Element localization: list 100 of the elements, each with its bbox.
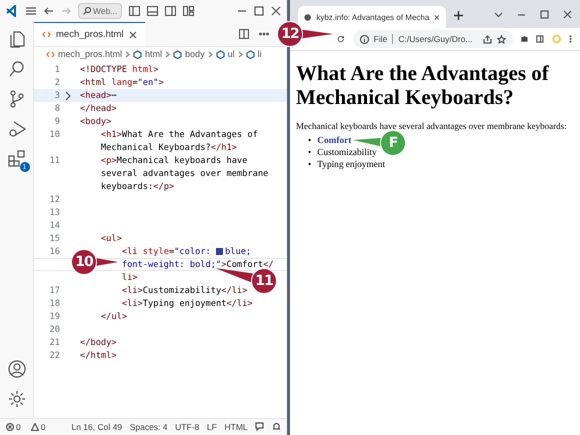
- bullet-marker: •: [308, 148, 312, 160]
- warning-icon: [30, 423, 39, 431]
- line-number: 18: [48, 298, 61, 308]
- more-icon[interactable]: [259, 32, 269, 36]
- close-icon[interactable]: [563, 10, 572, 18]
- star-icon[interactable]: [496, 34, 506, 44]
- sidebar-layout-icon[interactable]: [129, 6, 140, 16]
- line-number: 14: [48, 220, 61, 230]
- cube-icon: [173, 50, 182, 58]
- code-line: <h1>What Are the Advantages of: [100, 130, 258, 140]
- breadcrumb-item[interactable]: body: [185, 49, 205, 59]
- branch-icon[interactable]: [8, 90, 26, 108]
- breadcrumb-item[interactable]: mech_pros.html: [58, 49, 122, 59]
- cube-icon: [133, 50, 142, 58]
- bell-icon[interactable]: [272, 422, 281, 431]
- cube-icon: [216, 50, 225, 58]
- bullet-marker: •: [308, 136, 312, 148]
- plus-icon[interactable]: [454, 11, 463, 20]
- chevron-down-icon[interactable]: [494, 10, 503, 18]
- command-search-field[interactable]: Web...: [78, 3, 122, 19]
- line-number: 8: [54, 104, 61, 114]
- line-number: 1: [54, 64, 61, 74]
- line-number: 3: [54, 90, 61, 100]
- line-number: 2: [54, 78, 61, 88]
- line-number: 11: [48, 156, 61, 166]
- line-number: 15: [48, 234, 61, 244]
- line-number: 13: [48, 208, 61, 218]
- file-tab[interactable]: mech_pros.html: [34, 22, 145, 46]
- code-line: font-weight: bold;">Comfort</: [122, 260, 274, 270]
- code-line: <li>Customizability</li>: [122, 286, 248, 296]
- cube-icon: [246, 50, 255, 58]
- code-line: </html>: [80, 350, 117, 360]
- list-item: Customizability: [317, 148, 377, 160]
- code-line: Mechanical Keyboards?</h1>: [100, 142, 237, 152]
- code-line: li>: [122, 272, 138, 282]
- code-line: </body>: [80, 338, 117, 348]
- line-number: 16: [48, 246, 61, 256]
- split-editor-icon[interactable]: [239, 29, 249, 39]
- browser-tab[interactable]: kybz.info: Advantages of Mecha: [298, 6, 446, 28]
- customize-layout-icon[interactable]: [183, 6, 194, 16]
- error-icon: [6, 423, 14, 431]
- file-label: File: [374, 34, 388, 44]
- more-vertical-icon[interactable]: [568, 34, 572, 44]
- code-line: </ul>: [100, 312, 128, 322]
- line-number: 22: [48, 350, 61, 360]
- line-number: 9: [54, 116, 61, 126]
- chevron-right-icon[interactable]: [64, 90, 72, 100]
- chevron-right-icon: [238, 50, 243, 58]
- status-item[interactable]: LF: [206, 422, 217, 432]
- status-item[interactable]: Spaces: 4: [130, 422, 168, 432]
- code-line: <body>: [80, 116, 112, 126]
- account-icon[interactable]: [8, 360, 26, 378]
- menu-icon[interactable]: [25, 6, 37, 16]
- page-paragraph: Mechanical keyboards have several advantages over membrane keyboards:: [296, 121, 568, 132]
- code-line: <!DOCTYPE html>: [80, 64, 158, 74]
- chevron-right-icon: [165, 50, 170, 58]
- puzzle-icon[interactable]: [520, 34, 528, 44]
- chevron-right-icon: [125, 50, 130, 58]
- files-icon[interactable]: [8, 30, 26, 48]
- maximize-icon[interactable]: [254, 6, 264, 16]
- warning-count[interactable]: 0: [40, 422, 46, 432]
- maximize-icon[interactable]: [540, 10, 549, 18]
- search-icon[interactable]: [8, 60, 26, 78]
- status-item[interactable]: Ln 16, Col 49: [71, 422, 122, 432]
- list-item: Typing enjoyment: [317, 160, 386, 172]
- status-item[interactable]: HTML: [224, 422, 248, 432]
- color-swatch[interactable]: [216, 248, 224, 254]
- close-icon[interactable]: [271, 6, 281, 16]
- close-icon[interactable]: [434, 14, 440, 20]
- extensions-icon[interactable]: [8, 150, 26, 168]
- breadcrumb-item[interactable]: html: [145, 49, 162, 59]
- line-number: 10: [48, 130, 61, 140]
- breadcrumb-item[interactable]: ul: [228, 49, 235, 59]
- code-brackets-icon: [42, 31, 51, 38]
- address-bar[interactable]: File C:/Users/Guy/Dro...: [352, 30, 512, 48]
- status-item[interactable]: UTF-8: [175, 422, 200, 432]
- search-icon: [83, 7, 91, 15]
- side-panel-icon[interactable]: [536, 34, 544, 44]
- code-line: keyboards:</p>: [100, 182, 174, 192]
- code-line: <ul>: [100, 234, 122, 244]
- panel-layout-icon[interactable]: [147, 6, 158, 16]
- back-arrow-icon[interactable]: [44, 6, 54, 16]
- line-number: 20: [48, 324, 61, 334]
- share-icon[interactable]: [482, 34, 492, 44]
- close-icon[interactable]: [128, 30, 137, 38]
- code-line: <p>Mechanical keyboards have: [100, 156, 248, 166]
- code-line: </head>: [80, 104, 117, 114]
- reload-icon[interactable]: [337, 34, 345, 44]
- code-brackets-icon: [46, 50, 55, 58]
- list-item: Comfort: [317, 136, 352, 148]
- error-count[interactable]: 0: [16, 422, 21, 432]
- code-line: <html lang="en">: [80, 78, 164, 88]
- info-icon: [360, 34, 369, 44]
- app-logo-icon: [6, 5, 18, 17]
- split-layout-icon[interactable]: [165, 6, 176, 16]
- feedback-icon[interactable]: [255, 422, 264, 431]
- chevron-right-icon: [208, 50, 213, 58]
- line-number: 21: [48, 338, 61, 348]
- breadcrumb-item[interactable]: li: [258, 49, 262, 59]
- line-number: 17: [48, 286, 61, 296]
